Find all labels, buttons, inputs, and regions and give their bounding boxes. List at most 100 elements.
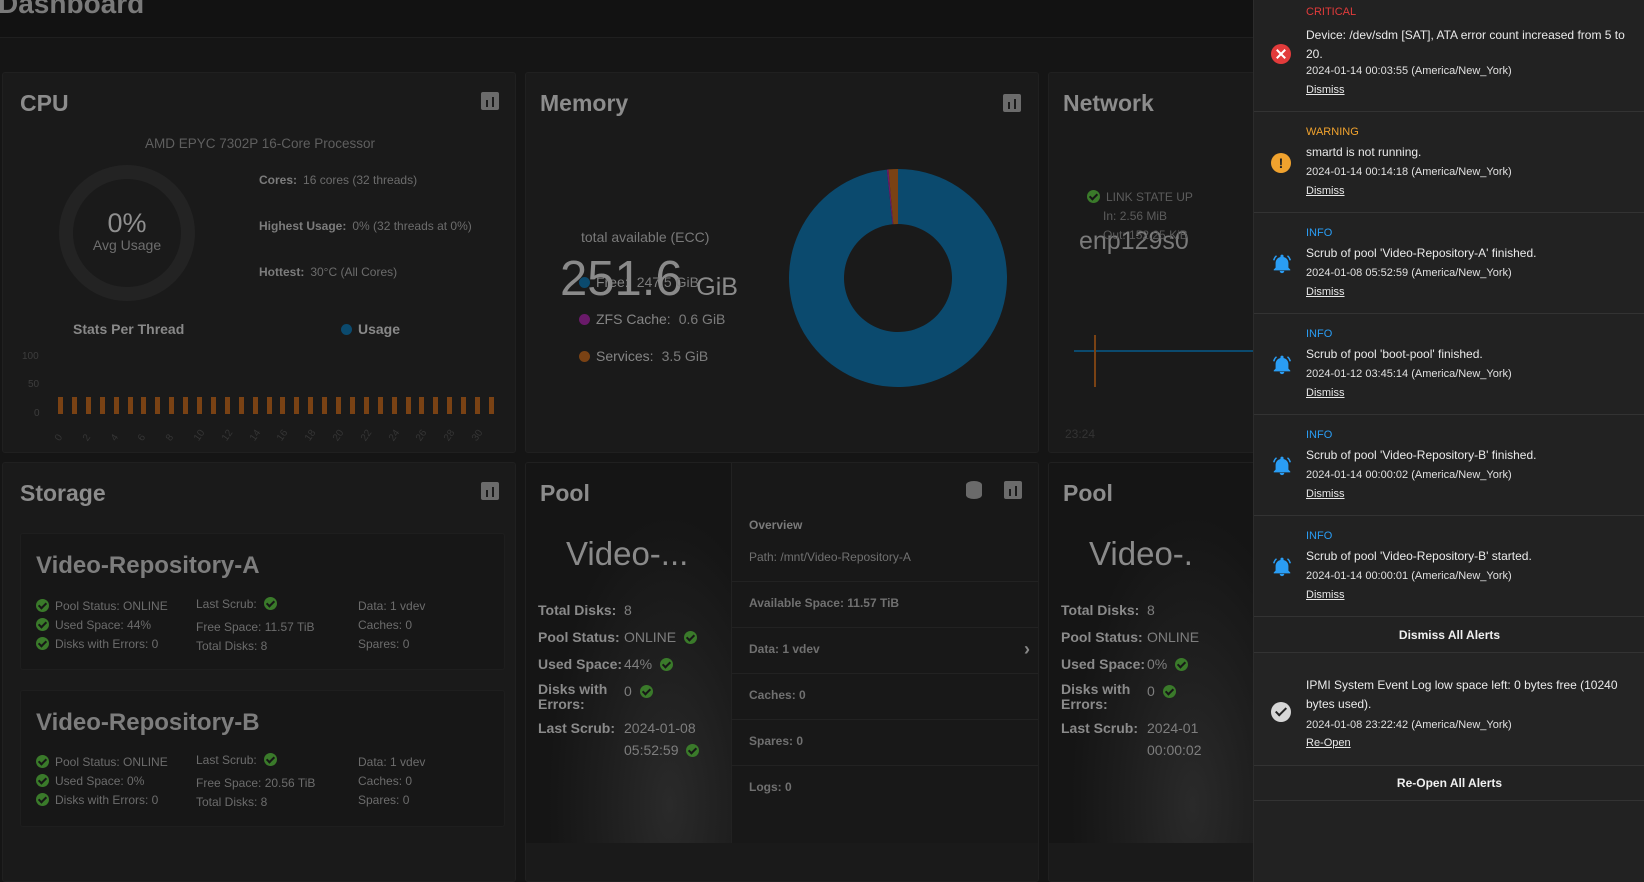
- x-tick-label: 14: [247, 427, 263, 444]
- database-icon[interactable]: [966, 481, 982, 499]
- app-root: Dashboard CPU AMD EPYC 7302P 16-Core Pro…: [0, 0, 1644, 882]
- overview-data[interactable]: Data: 1 vdev ›: [732, 628, 1038, 674]
- reopen-link[interactable]: Re-Open: [1306, 737, 1351, 749]
- last-scrub-time: 00:00:02: [1147, 742, 1202, 758]
- zfs-legend-dot: [579, 314, 590, 325]
- alert-message: Scrub of pool 'Video-Repository-B' start…: [1306, 549, 1532, 563]
- alert-timestamp: 2024-01-14 00:00:01 (America/New_York): [1306, 570, 1512, 582]
- cpu-avg-usage-label: Avg Usage: [92, 237, 162, 253]
- critical-icon: [1271, 44, 1291, 64]
- x-tick-label: 30: [470, 427, 486, 444]
- last-scrub-date: 2024-01: [1147, 720, 1199, 736]
- thread-bar: [363, 397, 369, 414]
- thread-bar: [238, 397, 244, 414]
- thread-bar: [155, 397, 161, 414]
- alert-message: smartd is not running.: [1306, 145, 1422, 159]
- pool-status: Pool Status: ONLINE: [36, 599, 168, 613]
- dismiss-link[interactable]: Dismiss: [1306, 488, 1345, 500]
- usage-legend-dot: [341, 324, 352, 335]
- x-tick-label: 8: [164, 432, 177, 444]
- storage-pool-a[interactable]: Video-Repository-A Pool Status: ONLINE U…: [20, 533, 505, 670]
- thread-bar: [58, 397, 63, 414]
- x-tick-label: 22: [358, 427, 375, 444]
- total-disks-value: 8: [624, 602, 632, 618]
- dismiss-all-alerts-button[interactable]: Dismiss All Alerts: [1254, 617, 1644, 653]
- used-space: Used Space: 44%: [36, 618, 151, 632]
- cpu-reports-icon[interactable]: [481, 92, 499, 110]
- free-space: Free Space: 11.57 TiB: [196, 620, 315, 634]
- network-link-state: LINK STATE UP: [1087, 190, 1193, 204]
- x-tick-label: 20: [331, 427, 347, 444]
- storage-reports-icon[interactable]: [481, 482, 499, 500]
- data-vdevs: Data: 1 vdev: [358, 755, 426, 769]
- services-legend-dot: [579, 351, 590, 362]
- thread-bar: [322, 397, 328, 414]
- cpu-card: CPU AMD EPYC 7302P 16-Core Processor 0% …: [2, 72, 516, 453]
- thread-bar: [127, 397, 133, 414]
- overview-logs: Logs: 0: [749, 780, 792, 794]
- dismiss-link[interactable]: Dismiss: [1306, 387, 1345, 399]
- thread-bar: [183, 397, 189, 414]
- storage-pool-b[interactable]: Video-Repository-B Pool Status: ONLINE U…: [20, 690, 505, 827]
- check-icon: [1162, 685, 1176, 698]
- thread-bar: [294, 397, 300, 414]
- pool-name: Video-Repository-A: [36, 552, 260, 579]
- dashboard: Dashboard CPU AMD EPYC 7302P 16-Core Pro…: [0, 0, 1253, 882]
- memory-reports-icon[interactable]: [1003, 94, 1021, 112]
- last-scrub: Last Scrub:: [196, 597, 283, 611]
- last-scrub-label: Last Scrub:: [1061, 720, 1139, 736]
- pool-status-label: Pool Status:: [538, 629, 620, 645]
- memory-donut-chart: [789, 169, 1007, 387]
- check-icon: [639, 685, 653, 698]
- used-space-value: 0%: [1147, 656, 1194, 672]
- thread-bar: [169, 397, 175, 414]
- disks-with-errors: Disks with Errors: 0: [36, 793, 158, 807]
- alert-item: CRITICAL Device: /dev/sdm [SAT], ATA err…: [1254, 0, 1644, 112]
- free-legend-dot: [579, 277, 590, 288]
- pool-reports-icon[interactable]: [1004, 481, 1022, 499]
- x-tick-label: 2: [80, 432, 93, 444]
- overview-available-space: Available Space: 11.57 TiB: [732, 582, 1038, 628]
- total-disks: Total Disks: 8: [196, 795, 268, 809]
- x-tick-label: 6: [136, 432, 149, 444]
- alert-message: Scrub of pool 'Video-Repository-A' finis…: [1306, 246, 1537, 260]
- check-icon: [659, 658, 673, 671]
- spares: Spares: 0: [358, 637, 410, 651]
- pool-status-value: ONLINE: [624, 629, 703, 645]
- cpu-hottest: Hottest: 30°C (All Cores): [259, 265, 398, 279]
- thread-bar: [433, 397, 439, 414]
- chevron-right-icon: ›: [1024, 639, 1030, 659]
- thread-bar: [197, 397, 202, 414]
- alert-level: INFO: [1306, 429, 1333, 441]
- reopen-all-alerts-button[interactable]: Re-Open All Alerts: [1254, 766, 1644, 801]
- overview-caches: Caches: 0: [732, 674, 1038, 720]
- used-space-label: Used Space:: [1061, 656, 1146, 672]
- cpu-avg-usage-value: 0%: [107, 208, 147, 238]
- thread-bar: [99, 397, 105, 414]
- dismiss-link[interactable]: Dismiss: [1306, 589, 1345, 601]
- spares: Spares: 0: [358, 793, 410, 807]
- warning-icon: [1271, 153, 1291, 173]
- pool-card-a: Pool Video-... Total Disks: 8 Pool Statu…: [525, 462, 1039, 882]
- data-vdevs: Data: 1 vdev: [358, 599, 426, 613]
- disk-image: [526, 463, 731, 843]
- pool-card-title: Pool: [1063, 480, 1113, 506]
- pool-card-title: Pool: [540, 480, 590, 506]
- dismiss-link[interactable]: Dismiss: [1306, 286, 1345, 298]
- dismiss-link[interactable]: Dismiss: [1306, 185, 1345, 197]
- memory-legend-zfs: ZFS Cache: 0.6 GiB: [579, 311, 725, 327]
- pool-name-large: Video-.: [1089, 535, 1193, 572]
- free-space: Free Space: 20.56 TiB: [196, 776, 316, 790]
- thread-bar: [461, 397, 467, 414]
- dismiss-link[interactable]: Dismiss: [1306, 84, 1345, 96]
- thread-bar: [377, 397, 383, 414]
- disks-errors-value: 0: [624, 683, 659, 699]
- pool-name-large: Video-...: [566, 535, 689, 572]
- page-title: Dashboard: [0, 0, 145, 19]
- alert-item: INFO Scrub of pool 'Video-Repository-A' …: [1254, 213, 1644, 314]
- used-space: Used Space: 0%: [36, 774, 144, 788]
- x-tick-label: 24: [386, 427, 402, 444]
- thread-bar: [447, 397, 453, 414]
- last-scrub-time: 05:52:59: [624, 742, 705, 758]
- check-icon: [686, 744, 700, 757]
